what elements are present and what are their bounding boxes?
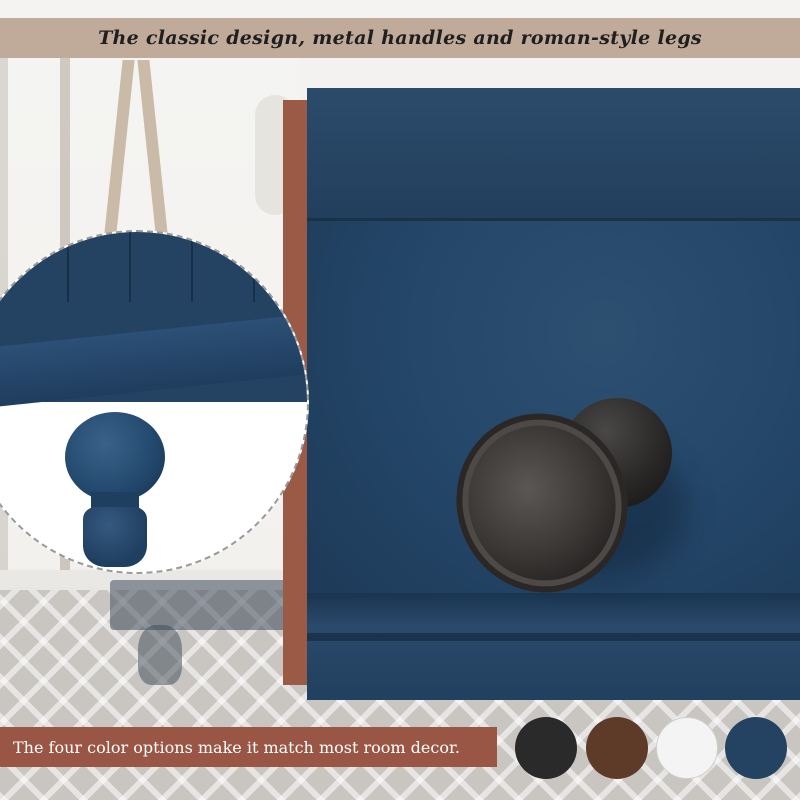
color-swatch-black[interactable] bbox=[515, 717, 577, 779]
top-caption-text: The classic design, metal handles and ro… bbox=[98, 27, 702, 49]
top-caption-banner: The classic design, metal handles and ro… bbox=[0, 18, 800, 58]
handle-closeup-photo bbox=[307, 88, 800, 700]
roman-style-leg bbox=[65, 392, 165, 567]
background-table-leg bbox=[138, 625, 182, 685]
drawer-bevel bbox=[307, 593, 800, 700]
leg-bulb bbox=[65, 412, 165, 502]
color-swatch-white[interactable] bbox=[656, 717, 718, 779]
inset-panel-lines bbox=[7, 232, 257, 302]
bottom-caption-text: The four color options make it match mos… bbox=[13, 737, 460, 757]
drawer-groove bbox=[307, 633, 800, 641]
color-swatch-brown[interactable] bbox=[586, 717, 648, 779]
background-table bbox=[110, 580, 310, 630]
drawer-top-panel bbox=[307, 88, 800, 221]
leg-foot bbox=[83, 507, 147, 567]
color-swatch-navy[interactable] bbox=[725, 717, 787, 779]
bottom-caption-banner: The four color options make it match mos… bbox=[0, 727, 497, 767]
